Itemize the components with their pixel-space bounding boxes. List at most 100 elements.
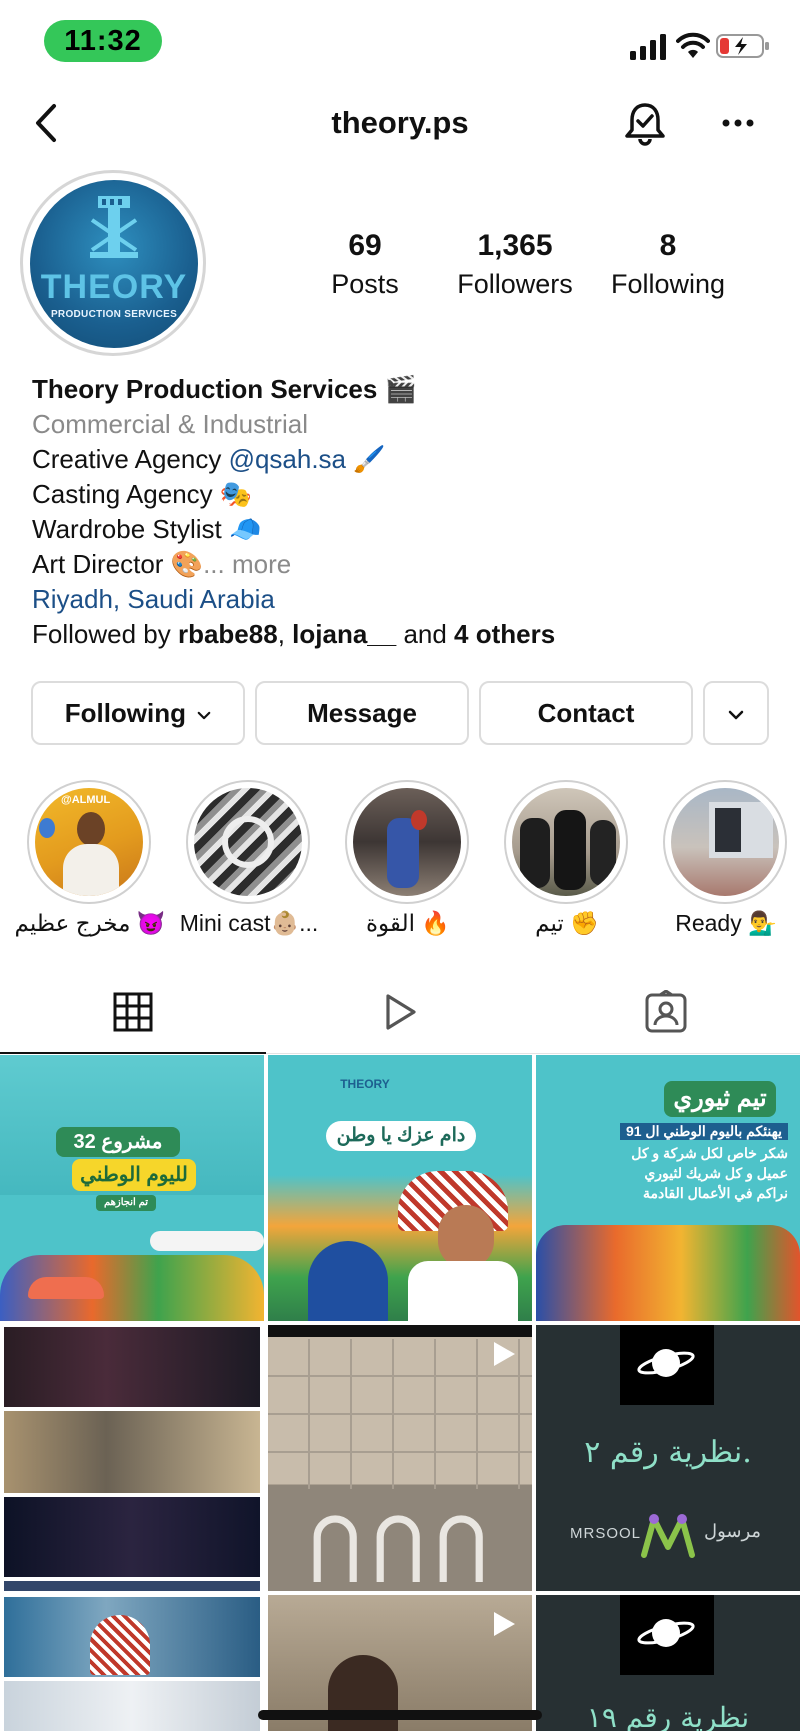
post3-line3: عميل و كل شريك لثيوري <box>644 1165 788 1181</box>
post-thumbnail[interactable]: THEORY دام عزك يا وطن <box>268 1055 532 1321</box>
post-thumbnail[interactable] <box>0 1595 264 1731</box>
person-red <box>411 810 427 830</box>
post-thumbnail[interactable]: نظرية رقم ١٩ <box>536 1595 800 1731</box>
truck-door <box>715 808 741 852</box>
highlight-label-power: القوة 🔥 <box>366 910 450 936</box>
profile-avatar[interactable]: THEORY PRODUCTION SERVICES <box>30 180 198 348</box>
home-indicator[interactable] <box>258 1710 542 1720</box>
balloon <box>39 818 55 838</box>
post2-logo: THEORY <box>340 1077 390 1091</box>
status-bar: 11:32 <box>0 0 800 80</box>
active-tab-indicator <box>0 1052 266 1054</box>
followed-sep: , <box>277 619 293 649</box>
highlight-cover-ready <box>671 788 779 896</box>
cellular-signal-icon <box>630 34 666 60</box>
bike-rack <box>313 1515 483 1582</box>
post4-frame-2 <box>4 1411 260 1493</box>
message-button[interactable]: Message <box>255 681 469 745</box>
post2-man-thobe <box>408 1261 518 1321</box>
stat-following[interactable]: 8 Following <box>593 226 743 302</box>
post6-brand-en: MRSOOL <box>570 1525 642 1542</box>
wifi-icon <box>676 32 710 58</box>
clapper-logo-icon <box>90 196 138 258</box>
highlight-cover-director: @ALMUL <box>35 788 143 896</box>
post3-line1: يهنئكم باليوم الوطني ال 91 <box>619 1123 788 1140</box>
bio-line-creative-text: Creative Agency <box>32 444 229 474</box>
post3-cityscape <box>536 1225 800 1321</box>
post1-banner-count: 32 مشروع <box>56 1127 180 1157</box>
post7-ghutra <box>90 1615 150 1675</box>
person-2 <box>554 810 586 890</box>
bio-line-art-director-text: Art Director 🎨 <box>32 549 204 579</box>
avatar-logo-text: THEORY <box>40 268 188 306</box>
highlight-label-mini-cast: Mini cast👶🏼... <box>179 910 319 936</box>
stat-followers[interactable]: 1,365 Followers <box>440 226 590 302</box>
post2-woman <box>308 1241 388 1321</box>
post2-man-face <box>438 1205 494 1269</box>
contact-button[interactable]: Contact <box>479 681 693 745</box>
post2-banner: دام عزك يا وطن <box>326 1121 476 1151</box>
post9-headline: نظرية رقم ١٩ <box>586 1701 750 1731</box>
bio-line-casting: Casting Agency 🎭 <box>32 479 253 509</box>
following-button[interactable]: Following <box>31 681 245 745</box>
tab-reels-icon[interactable] <box>380 992 420 1032</box>
profile-display-name: Theory Production Services 🎬 <box>32 374 417 404</box>
post3-line4: نراكم في الأعمال القادمة <box>642 1185 788 1201</box>
bio-location-link[interactable]: Riyadh, Saudi Arabia <box>32 582 772 617</box>
post1-train <box>150 1231 264 1251</box>
more-options-icon[interactable] <box>718 108 758 138</box>
chevron-down-icon <box>197 711 211 719</box>
post4-frame-1 <box>4 1327 260 1407</box>
highlight-cover-team <box>512 788 620 896</box>
stat-following-label: Following <box>610 269 726 299</box>
post-video-thumbnail[interactable] <box>268 1325 532 1591</box>
bio-mention-link[interactable]: @qsah.sa <box>229 444 346 474</box>
person-1 <box>520 818 550 888</box>
bio-line-wardrobe: Wardrobe Stylist 🧢 <box>32 514 262 544</box>
post4-frame-4-strip <box>4 1581 260 1591</box>
followed-by[interactable]: Followed by rbabe88, lojana__ and 4 othe… <box>32 617 772 652</box>
highlight-cover-power <box>353 788 461 896</box>
bio-line-creative: Creative Agency @qsah.sa 🖌️ <box>32 442 772 477</box>
status-time[interactable]: 11:32 <box>44 20 162 62</box>
followed-user-1: rbabe88 <box>177 619 278 649</box>
notification-bell-icon[interactable] <box>622 100 668 146</box>
person-head <box>77 812 105 846</box>
person-3 <box>590 820 616 886</box>
planet-icon <box>637 1349 695 1377</box>
post-thumbnail[interactable]: نظرية رقم ٢. MRSOOL مرسول <box>536 1325 800 1591</box>
profile-username: theory.ps <box>331 105 469 140</box>
bio-more-link[interactable]: ... more <box>203 549 291 579</box>
highlight-label-team: تيم ✊ <box>535 910 599 936</box>
planet-icon <box>637 1619 695 1647</box>
suggested-accounts-button[interactable] <box>703 681 769 745</box>
profile-stats: 69 Posts 1,365 Followers 8 Following <box>290 226 760 306</box>
stat-posts[interactable]: 69 Posts <box>290 226 440 302</box>
profile-tabs <box>0 980 800 1052</box>
highlight-cover-mini-cast <box>194 788 302 896</box>
followed-others: 4 others <box>454 619 556 649</box>
stat-following-value: 8 <box>659 229 677 262</box>
highlight-avatar-tag: @ALMUL <box>61 794 111 806</box>
profile-category: Commercial & Industrial <box>32 409 308 439</box>
tab-tagged-icon[interactable] <box>644 990 688 1034</box>
post3-title: تيم ثيوري <box>664 1081 776 1117</box>
posts-grid: 32 مشروع لليوم الوطني تم انجازهم THEORY … <box>0 1055 800 1731</box>
mrsool-logo-icon <box>641 1514 695 1558</box>
post-thumbnail[interactable]: تيم ثيوري يهنئكم باليوم الوطني ال 91 شكر… <box>536 1055 800 1321</box>
stat-posts-value: 69 <box>348 229 382 262</box>
post-thumbnail[interactable]: 32 مشروع لليوم الوطني تم انجازهم <box>0 1055 264 1321</box>
following-button-label: Following <box>64 698 187 728</box>
chevron-down-icon <box>728 710 744 720</box>
followed-and: and <box>396 619 455 649</box>
bio-brush-emoji: 🖌️ <box>346 444 386 474</box>
top-nav: theory.ps <box>0 90 800 160</box>
post4-frame-3 <box>4 1497 260 1577</box>
tab-grid-icon[interactable] <box>113 992 153 1032</box>
bio-line-art-director: Art Director 🎨... more <box>32 547 772 582</box>
highlight-label-director: مخرج عظيم 😈 <box>14 910 166 936</box>
post-thumbnail[interactable] <box>0 1325 264 1591</box>
post3-line2: شكر خاص لكل شركة و كل <box>631 1145 788 1161</box>
post1-banner-done: تم انجازهم <box>96 1195 156 1211</box>
person-body <box>63 844 119 896</box>
